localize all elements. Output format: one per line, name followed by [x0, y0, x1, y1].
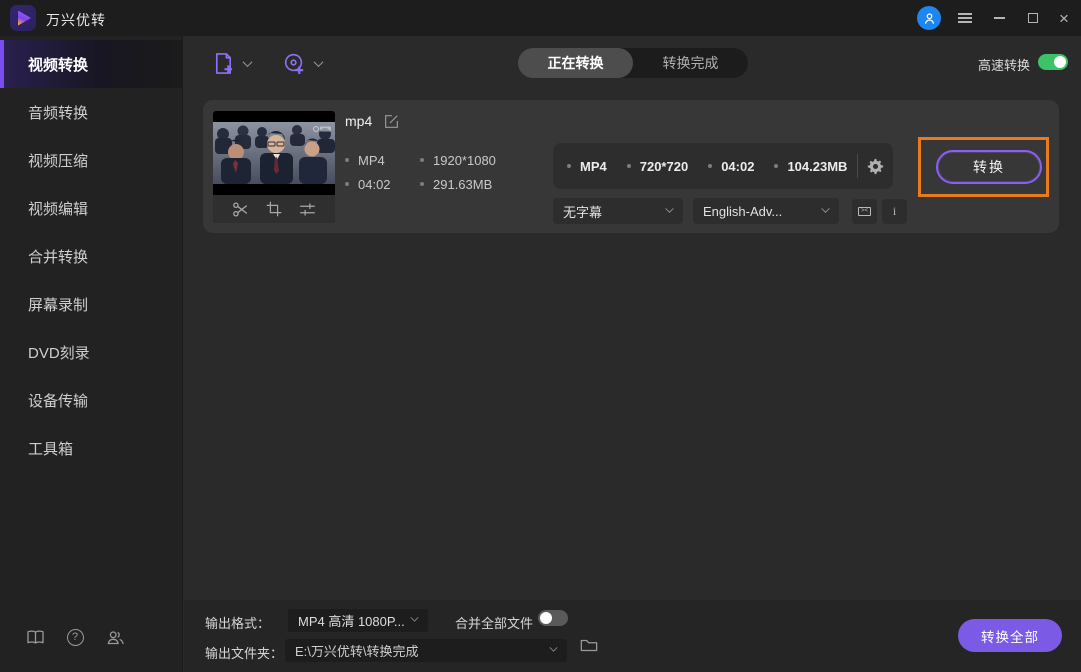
output-format-label: 输出格式： — [205, 616, 271, 631]
video-thumbnail — [213, 111, 335, 223]
sidebar-item-toolbox[interactable]: 工具箱 — [0, 424, 182, 472]
add-file-button[interactable] — [212, 46, 253, 80]
user-avatar-button[interactable] — [917, 6, 941, 30]
convert-all-button[interactable]: 转换全部 — [958, 619, 1062, 652]
sidebar-item-screen-record[interactable]: 屏幕录制 — [0, 280, 182, 328]
output-folder-select[interactable]: E:\万兴优转\转换完成 — [285, 639, 567, 662]
rename-button[interactable] — [384, 114, 399, 129]
minimize-icon — [993, 17, 1005, 19]
chevron-down-icon — [665, 203, 674, 213]
chevron-down-icon — [242, 56, 253, 67]
fast-convert-toggle[interactable] — [1038, 54, 1068, 70]
sidebar-item-merge-convert[interactable]: 合并转换 — [0, 232, 182, 280]
maximize-icon — [1028, 13, 1038, 23]
footer-bar: 输出格式： MP4 高清 1080P... 合并全部文件 输出文件夹： E:\万… — [184, 600, 1081, 672]
maximize-button[interactable] — [1016, 0, 1050, 36]
tab-converting[interactable]: 正在转换 — [518, 48, 633, 78]
file-name-row: mp4 — [345, 113, 399, 129]
chevron-down-icon — [549, 643, 558, 652]
sidebar-item-video-edit[interactable]: 视频编辑 — [0, 184, 182, 232]
app-window: 万兴优转 × 视频转换 音频转换 视频压缩 视频编辑 合并转换 屏幕录制 DVD… — [0, 0, 1081, 672]
close-button[interactable]: × — [1047, 0, 1081, 36]
add-file-icon — [215, 52, 233, 74]
output-format-select[interactable]: MP4 高清 1080P... — [288, 609, 428, 632]
info-button[interactable]: i — [882, 198, 907, 224]
crop-button[interactable] — [266, 201, 282, 217]
sidebar-item-device-transfer[interactable]: 设备传输 — [0, 376, 182, 424]
app-logo-icon — [10, 5, 36, 31]
source-info: MP4 1920*1080 04:02 291.63MB — [345, 148, 545, 196]
source-size: 291.63MB — [433, 176, 493, 192]
people-icon — [107, 630, 124, 644]
file-name: mp4 — [345, 113, 373, 129]
video-frame-image — [213, 122, 335, 184]
sidebar-item-audio-convert[interactable]: 音频转换 — [0, 88, 182, 136]
source-resolution: 1920*1080 — [433, 152, 496, 168]
minimize-button[interactable] — [982, 0, 1016, 36]
trim-button[interactable] — [232, 201, 249, 218]
task-card: mp4 MP4 1920*1080 04:02 291.63MB MP4 720… — [203, 100, 1059, 233]
book-icon — [26, 630, 44, 644]
person-icon — [924, 12, 934, 24]
source-format: MP4 — [358, 152, 385, 168]
titlebar: 万兴优转 × — [0, 0, 1081, 36]
edit-icon — [385, 114, 399, 128]
crop-icon — [266, 201, 282, 217]
help-button[interactable]: ? — [55, 628, 95, 646]
guide-button[interactable] — [15, 630, 55, 645]
app-title: 万兴优转 — [46, 12, 106, 28]
add-disc-icon — [284, 53, 304, 74]
close-icon: × — [1059, 8, 1069, 28]
hamburger-icon — [958, 11, 972, 25]
menu-button[interactable] — [948, 0, 982, 36]
sidebar-item-video-compress[interactable]: 视频压缩 — [0, 136, 182, 184]
adjust-button[interactable] — [299, 201, 316, 218]
subtitle-select[interactable]: 无字幕 — [553, 198, 683, 224]
output-format: MP4 — [580, 158, 607, 174]
sidebar-item-video-convert[interactable]: 视频转换 — [0, 40, 182, 88]
sidebar-footer: ? — [0, 620, 183, 654]
community-button[interactable] — [95, 629, 135, 646]
merge-all-toggle[interactable] — [538, 610, 568, 626]
output-summary: MP4 720*720 04:02 104.23MB — [553, 143, 893, 189]
gear-icon — [867, 158, 884, 174]
sidebar: 视频转换 音频转换 视频压缩 视频编辑 合并转换 屏幕录制 DVD刻录 设备传输… — [0, 36, 183, 672]
tab-finished[interactable]: 转换完成 — [633, 48, 748, 78]
subtitle-edit-button[interactable]: >< — [852, 198, 877, 224]
subtitle-edit-icon: >< — [858, 206, 871, 216]
chevron-down-icon — [410, 613, 419, 622]
scissors-icon — [232, 201, 247, 217]
info-icon: i — [892, 203, 897, 218]
merge-all-label: 合并全部文件 — [455, 616, 534, 631]
sliders-icon — [300, 202, 316, 216]
help-icon: ? — [66, 628, 84, 646]
add-disc-button[interactable] — [283, 46, 324, 80]
output-settings-button[interactable] — [858, 158, 893, 175]
track-options-row: 无字幕 English-Adv... >< i — [553, 198, 907, 224]
status-tabs: 正在转换 转换完成 — [518, 48, 748, 78]
chevron-down-icon — [313, 56, 324, 67]
output-duration: 04:02 — [721, 158, 755, 174]
source-duration: 04:02 — [358, 176, 391, 192]
sidebar-item-dvd-burn[interactable]: DVD刻录 — [0, 328, 182, 376]
chevron-down-icon — [821, 203, 830, 213]
output-size: 104.23MB — [787, 158, 848, 174]
output-resolution: 720*720 — [639, 158, 689, 174]
folder-icon — [580, 639, 598, 652]
audio-track-select[interactable]: English-Adv... — [693, 198, 839, 224]
open-folder-button[interactable] — [580, 638, 598, 653]
output-folder-label: 输出文件夹： — [205, 646, 284, 661]
fast-convert-label: 高速转换 — [978, 58, 1031, 73]
thumbnail-toolbar — [213, 195, 335, 223]
convert-button[interactable]: 转换 — [936, 150, 1042, 184]
